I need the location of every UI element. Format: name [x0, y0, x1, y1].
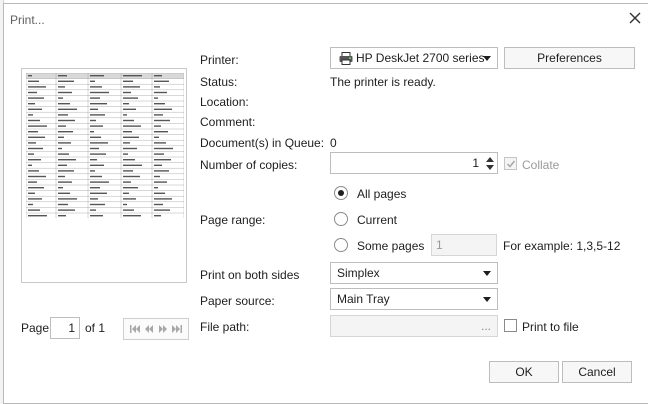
paper-source-selected-value: Main Tray [337, 292, 390, 306]
next-page-icon [158, 325, 167, 333]
ok-button[interactable]: OK [489, 361, 559, 383]
radio-current-page[interactable] [334, 212, 348, 226]
print-to-file-checkbox[interactable] [504, 319, 517, 332]
paper-source-select[interactable]: Main Tray [330, 288, 498, 310]
dialog-title: Print... [10, 13, 45, 27]
printer-select[interactable]: HP DeskJet 2700 series [330, 47, 498, 69]
increment-icon[interactable] [486, 156, 494, 162]
printer-icon [339, 51, 353, 65]
queue-label: Document(s) in Queue: [200, 136, 325, 150]
copies-value: 1 [472, 156, 479, 170]
current-page-input[interactable]: 1 [50, 317, 80, 339]
printer-label: Printer: [200, 53, 239, 67]
page-label: Page [21, 321, 50, 335]
print-dialog: Print... Page 1 of 1 Printer: HP DeskJet… [3, 3, 648, 404]
decrement-icon[interactable] [486, 164, 494, 170]
close-icon [629, 12, 641, 24]
some-pages-input[interactable]: 1 [431, 234, 497, 256]
cancel-button[interactable]: Cancel [562, 361, 632, 383]
page-navigation [123, 318, 189, 340]
checkmark-icon [506, 160, 516, 168]
page-count-label: of 1 [85, 321, 106, 335]
preferences-button[interactable]: Preferences [504, 47, 635, 69]
first-page-button[interactable] [129, 325, 140, 333]
print-to-file-label: Print to file [522, 320, 579, 334]
current-page-option-label: Current [357, 213, 398, 227]
browse-button[interactable]: ... [481, 319, 497, 333]
copies-label: Number of copies: [200, 158, 298, 172]
collate-checkbox[interactable] [504, 157, 517, 170]
next-page-button[interactable] [158, 325, 167, 333]
queue-value: 0 [330, 136, 337, 150]
preview-page-thumbnail [26, 73, 184, 218]
status-value: The printer is ready. [330, 75, 436, 89]
chevron-down-icon [483, 297, 491, 302]
comment-label: Comment: [200, 115, 256, 129]
previous-page-button[interactable] [145, 325, 154, 333]
radio-all-pages[interactable] [334, 186, 348, 200]
chevron-down-icon [483, 271, 491, 276]
copies-stepper[interactable]: 1 [330, 152, 498, 174]
some-pages-label: Some pages [357, 239, 425, 253]
previous-page-icon [145, 325, 154, 333]
copies-spinner [483, 153, 497, 173]
chevron-down-icon [483, 56, 491, 61]
current-page-value: 1 [68, 321, 75, 335]
collate-label: Collate [522, 158, 560, 172]
page-range-example: For example: 1,3,5-12 [503, 239, 621, 253]
close-button[interactable] [626, 9, 644, 27]
status-label: Status: [200, 75, 238, 89]
duplex-label: Print on both sides [200, 268, 300, 282]
some-pages-value: 1 [436, 238, 443, 252]
file-path-input[interactable]: ... [330, 315, 498, 337]
duplex-select[interactable]: Simplex [330, 262, 498, 284]
radio-some-pages[interactable] [334, 238, 348, 252]
file-path-label: File path: [200, 320, 250, 334]
last-page-button[interactable] [172, 325, 183, 333]
last-page-icon [172, 325, 183, 333]
printer-selected-value: HP DeskJet 2700 series [356, 51, 485, 65]
duplex-selected-value: Simplex [337, 266, 380, 280]
paper-source-label: Paper source: [200, 294, 275, 308]
page-range-label: Page range: [200, 213, 266, 227]
location-label: Location: [200, 95, 249, 109]
print-preview [21, 68, 187, 283]
first-page-icon [129, 325, 140, 333]
all-pages-label: All pages [357, 187, 407, 201]
